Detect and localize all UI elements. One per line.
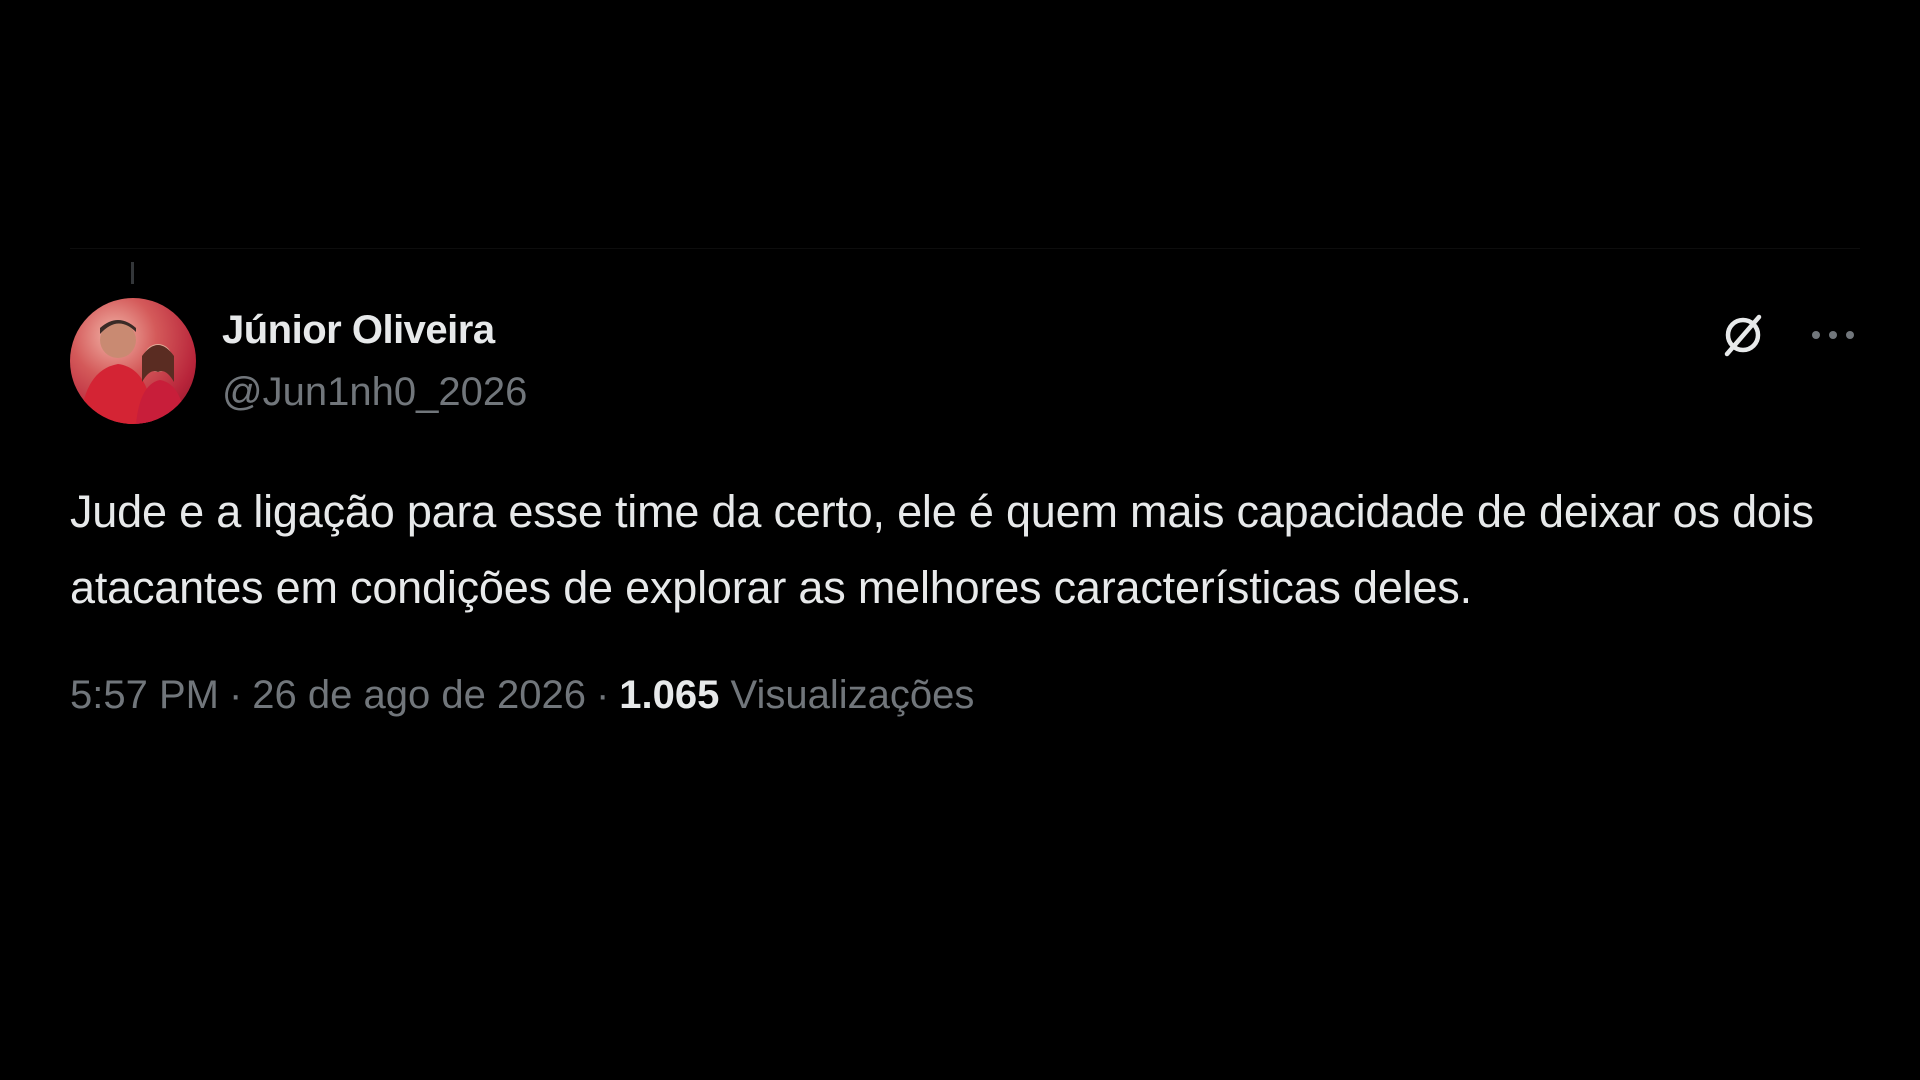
tweet-header: Júnior Oliveira @Jun1nh0_2026 <box>70 298 1860 428</box>
grok-icon[interactable] <box>1716 308 1770 362</box>
tweet-actions <box>1716 308 1860 362</box>
tweet-time[interactable]: 5:57 PM <box>70 673 219 717</box>
tweet-date[interactable]: 26 de ago de 2026 <box>252 673 586 717</box>
views-count[interactable]: 1.065 <box>619 673 719 717</box>
meta-separator: · <box>595 673 610 717</box>
tweet: Júnior Oliveira @Jun1nh0_2026 Jude e a l… <box>70 298 1860 720</box>
views-label: Visualizações <box>730 673 975 717</box>
top-divider <box>70 248 1860 249</box>
tweet-screenshot: Júnior Oliveira @Jun1nh0_2026 Jude e a l… <box>0 0 1920 1080</box>
meta-separator: · <box>228 673 243 717</box>
user-info: Júnior Oliveira @Jun1nh0_2026 <box>222 306 527 416</box>
tweet-metadata: 5:57 PM · 26 de ago de 2026 · 1.065 Visualiz… <box>70 670 1860 720</box>
tweet-text: Jude e a ligação para esse time da certo… <box>70 486 1814 613</box>
more-options-icon[interactable] <box>1806 308 1860 362</box>
avatar[interactable] <box>70 298 196 424</box>
display-name[interactable]: Júnior Oliveira <box>222 306 527 354</box>
thread-connector-line <box>131 262 134 284</box>
user-handle[interactable]: @Jun1nh0_2026 <box>222 368 527 416</box>
